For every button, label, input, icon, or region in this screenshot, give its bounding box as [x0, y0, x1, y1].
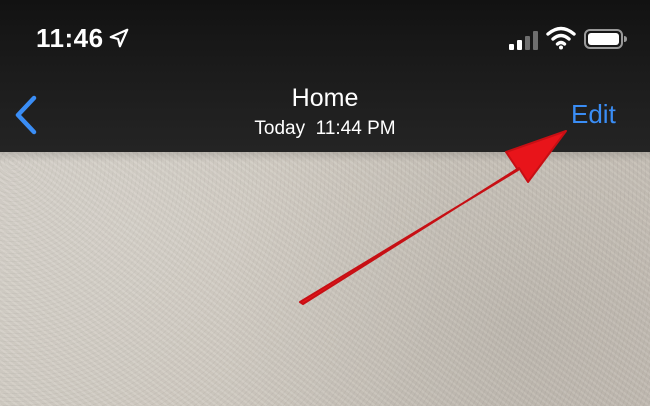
photo-top-shadow [0, 152, 650, 162]
status-time: 11:46 [36, 23, 104, 53]
edit-button[interactable]: Edit [571, 99, 616, 130]
battery-icon [584, 29, 627, 49]
nav-subtitle-date: Today 11:44 PM [254, 118, 396, 139]
top-bar: 11:46 Home Today 11:44 PM Edit [0, 0, 650, 152]
photo-viewer-screen: 11:46 Home Today 11:44 PM Edit [0, 0, 650, 406]
cellular-signal-icon [509, 31, 538, 50]
location-arrow-icon [109, 28, 129, 48]
nav-title: Home [291, 84, 359, 112]
wifi-icon [546, 26, 576, 50]
photo-image[interactable] [0, 152, 650, 406]
